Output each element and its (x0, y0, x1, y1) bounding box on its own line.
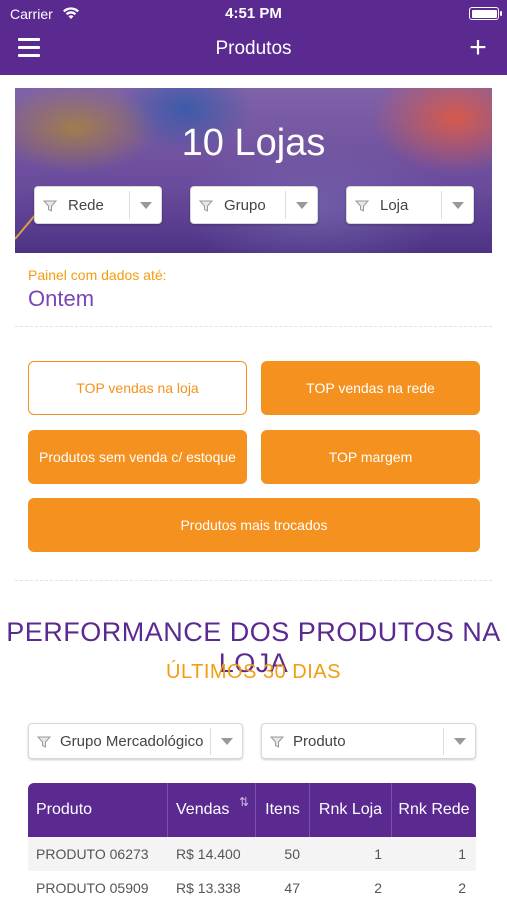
filter-rede[interactable]: Rede (34, 186, 162, 224)
filter-grupo[interactable]: Grupo (190, 186, 318, 224)
chevron-down-icon (443, 728, 475, 755)
navigation-bar: Carrier 4:51 PM Produtos + (0, 0, 507, 75)
battery-icon (469, 7, 502, 20)
filter-grupo-label: Grupo (224, 197, 266, 214)
product-select-label: Produto (293, 733, 346, 750)
panel-date-value: Ontem (28, 286, 95, 311)
chevron-down-icon (441, 191, 473, 219)
products-no-sales-button[interactable]: Produtos sem venda c/ estoque (28, 430, 247, 484)
products-table: Produto Vendas ⇅ Itens Rnk Loja Rnk Rede… (28, 783, 476, 900)
funnel-icon (199, 200, 213, 212)
table-header: Produto Vendas ⇅ Itens Rnk Loja Rnk Rede (28, 783, 476, 837)
column-header-produto[interactable]: Produto (28, 783, 168, 837)
column-header-rnk-rede[interactable]: Rnk Rede (392, 783, 476, 837)
group-select-label: Grupo Mercadológico (60, 733, 204, 750)
column-header-itens[interactable]: Itens (256, 783, 310, 837)
top-margin-button[interactable]: TOP margem (261, 430, 480, 484)
table-body: PRODUTO 06273 R$ 14.400 50 1 1 PRODUTO 0… (28, 837, 476, 900)
stores-banner: 10 Lojas Rede Grupo Loja (15, 88, 492, 253)
chevron-down-icon (210, 728, 242, 755)
cell-itens: 47 (284, 880, 300, 896)
clock: 4:51 PM (225, 5, 282, 22)
table-row[interactable]: PRODUTO 06273 R$ 14.400 50 1 1 (28, 837, 476, 871)
cell-produto: PRODUTO 06273 (36, 846, 149, 862)
funnel-icon (270, 736, 284, 748)
cell-rnk-rede: 2 (458, 880, 466, 896)
stores-count-title: 10 Lojas (181, 122, 326, 164)
plus-icon: + (469, 31, 487, 64)
cell-rnk-loja: 1 (374, 846, 382, 862)
cell-vendas: R$ 14.400 (176, 846, 241, 862)
page-title: Produtos (215, 38, 292, 59)
column-header-rnk-loja[interactable]: Rnk Loja (310, 783, 392, 837)
product-select[interactable]: Produto (261, 723, 476, 759)
most-exchanged-button[interactable]: Produtos mais trocados (28, 498, 480, 552)
cell-itens: 50 (284, 846, 300, 862)
funnel-icon (43, 200, 57, 212)
cell-rnk-loja: 2 (374, 880, 382, 896)
column-header-vendas[interactable]: Vendas ⇅ (168, 783, 256, 837)
performance-subtitle: ÚLTIMOS 30 DIAS (166, 661, 341, 683)
chevron-down-icon (285, 191, 317, 219)
chevron-down-icon (129, 191, 161, 219)
divider (15, 580, 492, 581)
filter-loja[interactable]: Loja (346, 186, 474, 224)
filter-loja-label: Loja (380, 197, 409, 214)
table-row[interactable]: PRODUTO 05909 R$ 13.338 47 2 2 (28, 871, 476, 900)
top-sales-store-button[interactable]: TOP vendas na loja (28, 361, 247, 415)
divider (15, 326, 492, 327)
cell-rnk-rede: 1 (458, 846, 466, 862)
filter-rede-label: Rede (68, 197, 104, 214)
group-select[interactable]: Grupo Mercadológico (28, 723, 243, 759)
panel-date-label: Painel com dados até: (28, 267, 167, 283)
top-sales-network-button[interactable]: TOP vendas na rede (261, 361, 480, 415)
funnel-icon (37, 736, 51, 748)
status-bar: Carrier 4:51 PM (0, 0, 507, 28)
cell-produto: PRODUTO 05909 (36, 880, 149, 896)
funnel-icon (355, 200, 369, 212)
add-button[interactable]: + (467, 33, 489, 63)
sort-icon: ⇅ (238, 795, 249, 809)
cell-vendas: R$ 13.338 (176, 880, 241, 896)
